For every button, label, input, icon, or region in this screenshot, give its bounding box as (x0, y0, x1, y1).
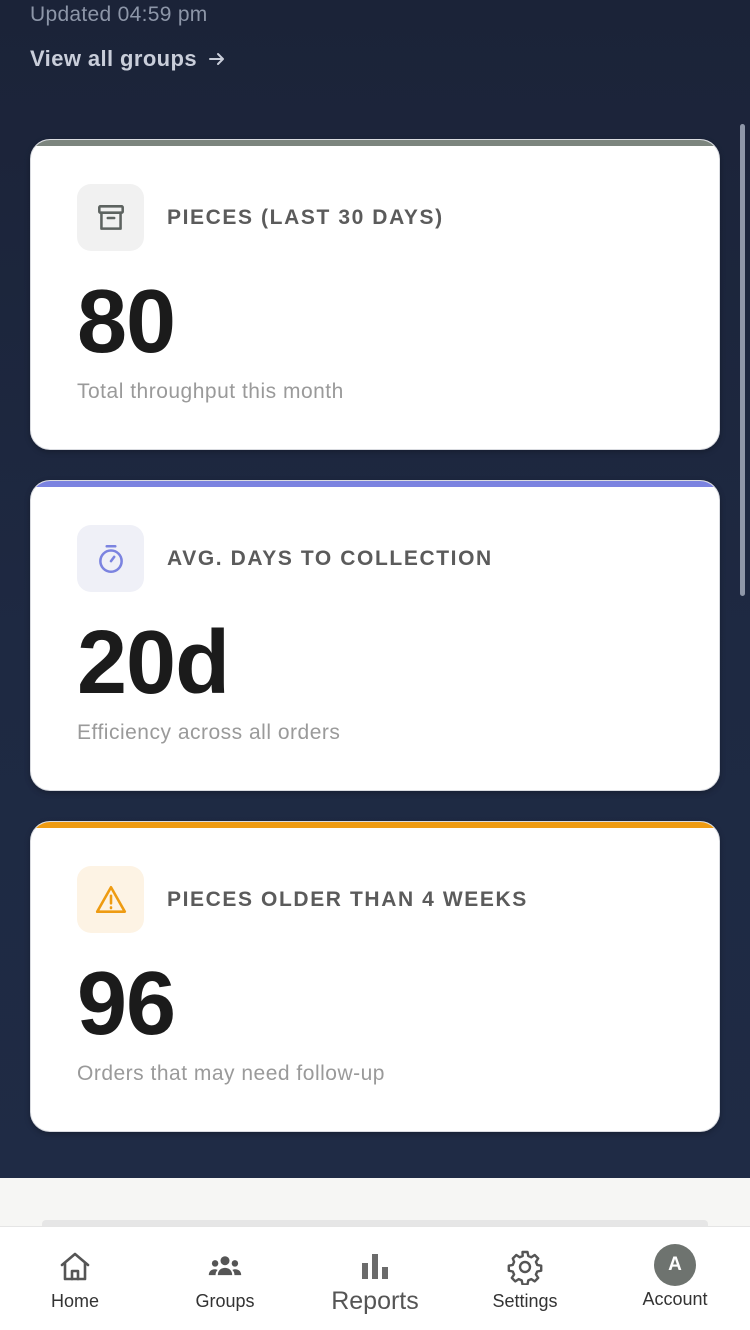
nav-item-account[interactable]: A Account (600, 1227, 750, 1330)
view-all-groups-link[interactable]: View all groups (30, 46, 227, 72)
card-accent-bar (31, 822, 719, 828)
stat-card-pieces-30-days[interactable]: PIECES (LAST 30 DAYS) 80 Total throughpu… (30, 139, 720, 450)
home-icon (60, 1252, 90, 1281)
nav-item-groups[interactable]: Groups (150, 1227, 300, 1330)
card-description: Orders that may need follow-up (77, 1062, 385, 1085)
stopwatch-icon (98, 544, 123, 573)
nav-item-settings[interactable]: Settings (450, 1227, 600, 1330)
card-icon-box (77, 525, 144, 592)
nav-label-reports: Reports (331, 1287, 419, 1315)
card-description: Total throughput this month (77, 380, 344, 403)
card-value: 96 (77, 954, 176, 1054)
gear-icon (507, 1250, 543, 1285)
updated-timestamp: Updated 04:59 pm (30, 3, 208, 26)
card-label: AVG. DAYS TO COLLECTION (167, 547, 493, 570)
scrollbar[interactable] (740, 124, 745, 596)
card-label: PIECES (LAST 30 DAYS) (167, 206, 444, 229)
dashboard-hero: Updated 04:59 pm View all groups PIECES … (0, 0, 750, 1178)
nav-label-groups: Groups (195, 1291, 255, 1311)
bottom-nav: Home Groups Reports Settings A Account (0, 1226, 750, 1330)
nav-item-reports[interactable]: Reports (300, 1227, 450, 1330)
avatar: A (654, 1244, 696, 1286)
nav-label-settings: Settings (492, 1291, 558, 1311)
card-value: 80 (77, 272, 176, 372)
nav-item-home[interactable]: Home (0, 1227, 150, 1330)
card-icon-box (77, 184, 144, 251)
warning-triangle-icon (95, 885, 126, 913)
nav-label-home: Home (50, 1291, 99, 1311)
stat-card-older-than-4-weeks[interactable]: PIECES OLDER THAN 4 WEEKS 96 Orders that… (30, 821, 720, 1132)
groups-icon (208, 1256, 242, 1276)
bar-chart-icon (362, 1254, 388, 1279)
card-accent-bar (31, 481, 719, 487)
card-label: PIECES OLDER THAN 4 WEEKS (167, 888, 528, 911)
card-icon-box (77, 866, 144, 933)
view-all-groups-label: View all groups (30, 46, 197, 71)
card-value: 20d (77, 613, 230, 713)
arrow-right-icon (208, 53, 224, 65)
card-description: Efficiency across all orders (77, 721, 341, 744)
archive-box-icon (97, 204, 124, 230)
stat-card-avg-days[interactable]: AVG. DAYS TO COLLECTION 20d Efficiency a… (30, 480, 720, 791)
nav-label-account: Account (642, 1289, 708, 1309)
card-accent-bar (31, 140, 719, 146)
